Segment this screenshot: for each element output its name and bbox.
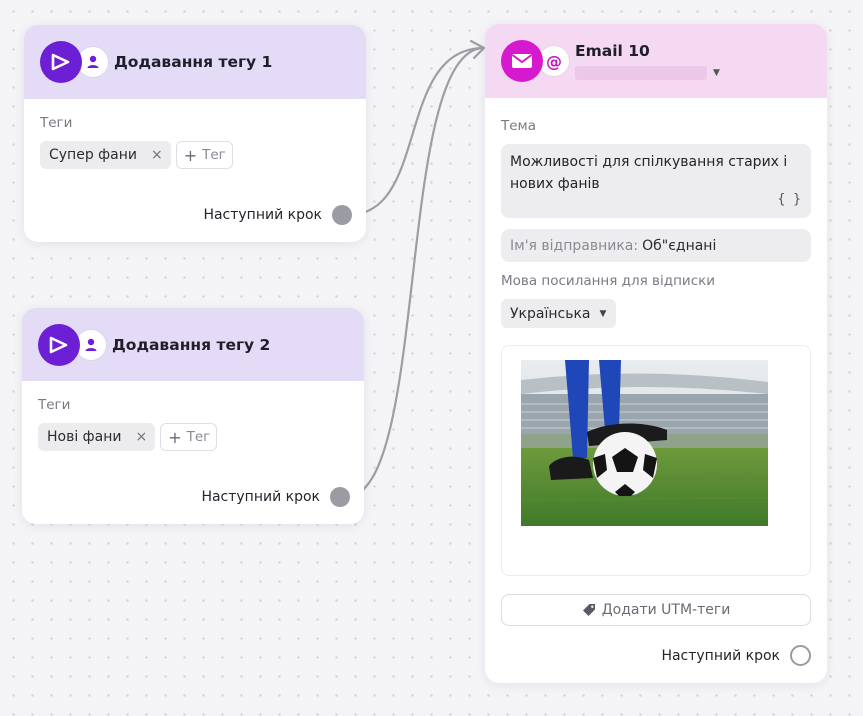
- user-icon: [76, 329, 106, 360]
- next-step: Наступний крок: [661, 645, 811, 666]
- tags-label: Теги: [40, 115, 73, 131]
- node-title: Додавання тегу 1: [114, 53, 273, 71]
- tag-node-2[interactable]: Додавання тегу 2 Теги Нові фани × + Тег …: [22, 308, 364, 524]
- sender-name-label: Ім'я відправника:: [510, 237, 639, 254]
- sender-email-select[interactable]: ▼: [575, 66, 720, 80]
- add-utm-label: Додати UTM-теги: [601, 602, 731, 618]
- sender-name-value: Об"єднані: [642, 237, 717, 254]
- unsubscribe-lang-value: Українська: [510, 305, 591, 322]
- sender-email-redacted: [575, 66, 707, 80]
- unsubscribe-lang-select[interactable]: Українська ▼: [501, 299, 617, 328]
- unsubscribe-lang-label: Мова посилання для відписки: [501, 273, 716, 289]
- tag-chip: Супер фани ×: [40, 141, 171, 169]
- plus-icon: +: [168, 427, 182, 447]
- tags-label: Теги: [38, 397, 71, 413]
- at-icon: @: [539, 46, 569, 76]
- tag-chip: Нові фани ×: [38, 423, 156, 451]
- user-icon: [78, 47, 108, 77]
- tag-node-header[interactable]: Додавання тегу 2: [22, 308, 364, 381]
- email-preview-image: [521, 360, 768, 526]
- add-tag-label: Тег: [202, 147, 226, 163]
- plus-icon: +: [183, 145, 198, 165]
- email-node-header[interactable]: @ Email 10 ▼: [485, 24, 827, 98]
- next-step: Наступний крок: [201, 487, 350, 507]
- chevron-down-icon: ▼: [599, 308, 607, 319]
- next-step-label: Наступний крок: [661, 647, 780, 664]
- output-port[interactable]: [790, 645, 811, 666]
- tag-node-1[interactable]: Додавання тегу 1 Теги Супер фани × + Тег…: [24, 25, 366, 242]
- output-port[interactable]: [332, 205, 352, 225]
- email-node[interactable]: @ Email 10 ▼ Тема Можливості для спілкув…: [485, 24, 827, 683]
- email-preview[interactable]: [501, 345, 811, 576]
- tag-node-header[interactable]: Додавання тегу 1: [24, 25, 366, 99]
- sender-name-field[interactable]: Ім'я відправника: Об"єднані: [501, 229, 811, 262]
- tag-chip-label: Нові фани: [47, 429, 122, 445]
- subject-line-1: Можливості для спілкування старих і: [510, 154, 788, 170]
- variables-icon[interactable]: { }: [778, 189, 801, 211]
- close-icon[interactable]: ×: [135, 429, 147, 445]
- subject-field[interactable]: Можливості для спілкування старих і нови…: [501, 144, 811, 218]
- envelope-icon: [501, 40, 543, 82]
- play-icon: [38, 323, 80, 366]
- chevron-down-icon: ▼: [713, 68, 720, 78]
- add-utm-button[interactable]: Додати UTM-теги: [501, 594, 811, 626]
- add-tag-button[interactable]: + Тег: [160, 423, 218, 451]
- output-port[interactable]: [330, 487, 350, 507]
- connector-node1-to-email: [347, 46, 485, 217]
- node-title: Email 10: [575, 42, 650, 60]
- tag-chip-label: Супер фани: [49, 147, 137, 163]
- next-step-label: Наступний крок: [201, 489, 320, 505]
- add-tag-label: Тег: [186, 429, 211, 445]
- play-icon: [40, 41, 82, 83]
- add-tag-button[interactable]: + Тег: [175, 141, 233, 169]
- subject-label: Тема: [501, 118, 537, 134]
- node-title: Додавання тегу 2: [112, 335, 271, 354]
- tag-icon: [582, 604, 595, 616]
- close-icon[interactable]: ×: [151, 147, 163, 163]
- next-step-label: Наступний крок: [203, 207, 322, 223]
- next-step: Наступний крок: [203, 205, 352, 225]
- subject-line-2: нових фанів: [510, 176, 600, 192]
- connector-node2-to-email: [345, 46, 485, 499]
